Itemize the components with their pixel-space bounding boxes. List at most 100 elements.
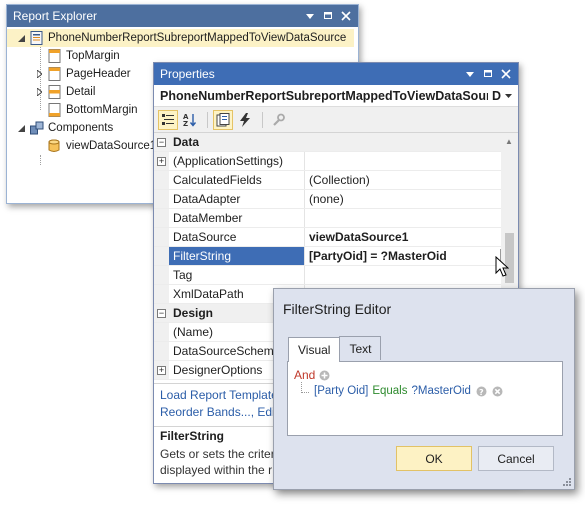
property-row[interactable]: DataMember bbox=[154, 209, 518, 228]
svg-text:Z: Z bbox=[183, 120, 188, 127]
ok-button[interactable]: OK bbox=[396, 446, 472, 471]
property-value[interactable] bbox=[305, 152, 518, 170]
tree-node-label: TopMargin bbox=[66, 50, 120, 62]
categorized-icon[interactable] bbox=[158, 109, 178, 130]
category-data[interactable]: − Data bbox=[154, 133, 518, 152]
property-value[interactable]: (Collection) bbox=[305, 171, 518, 189]
wrench-icon[interactable] bbox=[268, 110, 288, 130]
close-icon[interactable] bbox=[338, 8, 354, 24]
property-row[interactable]: + (ApplicationSettings) bbox=[154, 152, 518, 171]
expand-icon[interactable] bbox=[33, 86, 45, 98]
property-value[interactable]: [PartyOid] = ?MasterOid ... bbox=[305, 247, 518, 265]
collapse-category-icon[interactable]: − bbox=[154, 304, 169, 322]
property-value[interactable] bbox=[305, 266, 518, 284]
add-condition-icon[interactable] bbox=[319, 370, 330, 381]
properties-toolbar: AZ bbox=[154, 107, 518, 133]
tree-node-label: Components bbox=[48, 122, 114, 134]
property-row[interactable]: DataAdapter (none) bbox=[154, 190, 518, 209]
properties-title: Properties bbox=[160, 67, 215, 81]
expand-icon[interactable]: + bbox=[154, 361, 169, 379]
group-operator[interactable]: And bbox=[294, 368, 315, 382]
mouse-cursor-icon bbox=[495, 256, 509, 277]
components-icon bbox=[30, 121, 44, 135]
object-name: PhoneNumberReportSubreportMappedToViewDa… bbox=[160, 88, 488, 103]
property-row-selected[interactable]: FilterString [PartyOid] = ?MasterOid ... bbox=[154, 247, 518, 266]
chevron-down-icon[interactable] bbox=[505, 93, 512, 98]
close-icon[interactable] bbox=[498, 66, 514, 82]
grid-gutter bbox=[154, 285, 169, 303]
property-row[interactable]: Tag bbox=[154, 266, 518, 285]
property-name: DataMember bbox=[169, 209, 305, 227]
grid-gutter bbox=[154, 171, 169, 189]
tree-node-label: Detail bbox=[66, 86, 96, 98]
property-name: CalculatedFields bbox=[169, 171, 305, 189]
collapse-icon[interactable] bbox=[15, 32, 27, 44]
filterstring-editor-dialog: FilterString Editor Visual Text And [Par… bbox=[273, 288, 575, 490]
filter-group-row: And bbox=[294, 368, 330, 382]
property-value[interactable] bbox=[305, 209, 518, 227]
tree-node-report[interactable]: PhoneNumberReportSubreportMappedToViewDa… bbox=[7, 29, 354, 47]
collapse-icon[interactable] bbox=[15, 122, 27, 134]
tree-node-label: BottomMargin bbox=[66, 104, 138, 116]
properties-titlebar[interactable]: Properties bbox=[154, 63, 518, 85]
resize-grip-icon[interactable] bbox=[562, 477, 571, 486]
condition-value[interactable]: ?MasterOid bbox=[412, 385, 471, 397]
grid-gutter bbox=[154, 190, 169, 208]
editor-tabs: Visual Text bbox=[288, 336, 382, 362]
property-name: Tag bbox=[169, 266, 305, 284]
band-icon bbox=[48, 103, 62, 117]
events-icon[interactable] bbox=[235, 110, 255, 130]
band-icon bbox=[48, 49, 62, 63]
remove-condition-icon[interactable] bbox=[492, 386, 503, 397]
dialog-title: FilterString Editor bbox=[283, 301, 392, 317]
tree-node-label: PageHeader bbox=[66, 68, 131, 80]
scroll-up-icon[interactable]: ▲ bbox=[505, 137, 513, 146]
band-icon bbox=[48, 85, 62, 99]
datasource-icon bbox=[48, 139, 62, 153]
property-value[interactable]: (none) bbox=[305, 190, 518, 208]
property-name: FilterString bbox=[169, 247, 305, 265]
property-name: DataAdapter bbox=[169, 190, 305, 208]
object-type: D bbox=[491, 88, 501, 103]
grid-gutter bbox=[154, 323, 169, 341]
expand-icon[interactable] bbox=[33, 68, 45, 80]
tree-node-label: viewDataSource1 bbox=[66, 140, 157, 152]
report-explorer-title: Report Explorer bbox=[13, 9, 98, 23]
category-label: Design bbox=[173, 306, 214, 320]
collapse-category-icon[interactable]: − bbox=[154, 133, 169, 151]
property-value[interactable]: viewDataSource1 bbox=[305, 228, 518, 246]
condition-field[interactable]: [Party Oid] bbox=[314, 385, 368, 397]
alphabetical-icon[interactable]: AZ bbox=[180, 110, 200, 130]
help-icon[interactable]: ? bbox=[476, 386, 487, 397]
report-icon bbox=[30, 31, 44, 45]
property-name: (ApplicationSettings) bbox=[169, 152, 305, 170]
property-row[interactable]: DataSource viewDataSource1 bbox=[154, 228, 518, 247]
filter-tree-panel: And [Party Oid] Equals ?MasterOid ? bbox=[287, 361, 563, 436]
expand-icon[interactable]: + bbox=[154, 152, 169, 170]
cancel-button[interactable]: Cancel bbox=[478, 446, 554, 471]
property-row[interactable]: CalculatedFields (Collection) bbox=[154, 171, 518, 190]
category-label: Data bbox=[173, 135, 200, 149]
dropdown-icon[interactable] bbox=[302, 8, 318, 24]
condition-operator[interactable]: Equals bbox=[372, 385, 407, 397]
grid-gutter bbox=[154, 266, 169, 284]
grid-gutter bbox=[154, 228, 169, 246]
property-name: DataSource bbox=[169, 228, 305, 246]
pin-icon[interactable] bbox=[320, 8, 336, 24]
object-selector[interactable]: PhoneNumberReportSubreportMappedToViewDa… bbox=[154, 85, 518, 107]
tree-node-label: PhoneNumberReportSubreportMappedToViewDa… bbox=[48, 32, 347, 44]
filter-condition-row: [Party Oid] Equals ?MasterOid ? bbox=[314, 385, 503, 397]
report-explorer-titlebar[interactable]: Report Explorer bbox=[7, 5, 358, 27]
dropdown-icon[interactable] bbox=[462, 66, 478, 82]
grid-gutter bbox=[154, 209, 169, 227]
tab-visual[interactable]: Visual bbox=[288, 337, 341, 362]
property-pages-icon[interactable] bbox=[213, 109, 233, 130]
tab-text[interactable]: Text bbox=[339, 336, 382, 360]
toolbar-separator bbox=[207, 111, 208, 128]
tree-connector bbox=[301, 382, 309, 393]
maximize-icon[interactable] bbox=[480, 66, 496, 82]
toolbar-separator bbox=[262, 111, 263, 128]
